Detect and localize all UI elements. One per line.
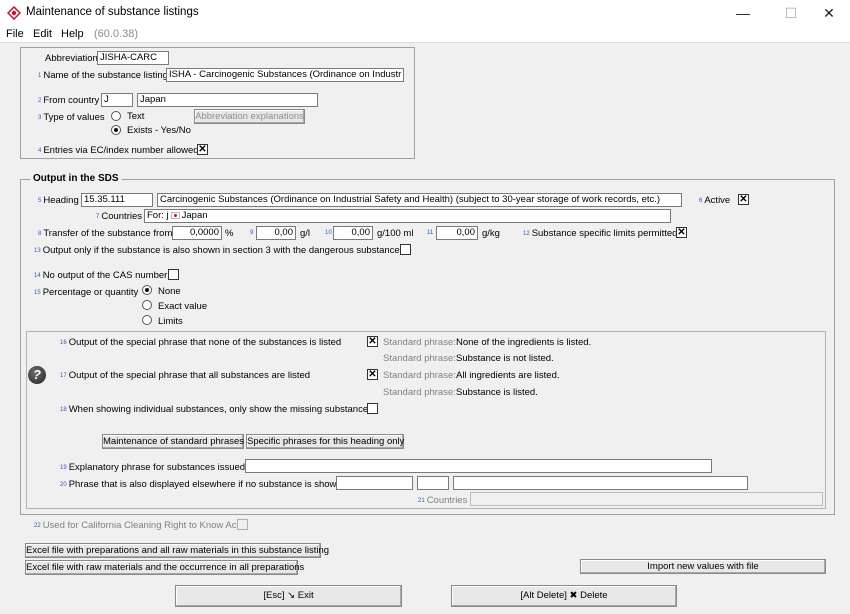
transfer-g100ml-input[interactable]: 0,00 xyxy=(333,226,373,240)
countries-21-input[interactable] xyxy=(470,492,823,506)
gl-number: 9 xyxy=(250,230,254,236)
type-exists-radio[interactable] xyxy=(111,125,121,135)
transfer-percent-input[interactable]: 0,0000 xyxy=(172,226,222,240)
no-cas-checkbox[interactable] xyxy=(168,269,179,280)
heading-code-input[interactable]: 15.35.111 xyxy=(81,193,153,207)
std-all-listed-text: All ingredients are listed. xyxy=(456,370,560,381)
specific-limits-checkbox[interactable]: ✕ xyxy=(676,227,687,238)
entries-ec-checkbox[interactable]: ✕ xyxy=(197,144,208,155)
std-is-listed-text: Substance is listed. xyxy=(456,387,538,398)
g100-unit: g/100 ml xyxy=(377,228,414,239)
listing-name-input[interactable]: ISHA - Carcinogenic Substances (Ordinanc… xyxy=(166,68,404,82)
all-listed-checkbox[interactable]: ✕ xyxy=(367,369,378,380)
abbreviation-label: Abbreviation xyxy=(45,53,98,64)
menu-edit[interactable]: Edit xyxy=(33,28,52,40)
menu-help[interactable]: Help xyxy=(61,28,84,40)
maintenance-standard-phrases-button[interactable]: Maintenance of standard phrases xyxy=(102,434,244,449)
active-checkbox[interactable]: ✕ xyxy=(738,194,749,205)
abbreviation-input[interactable]: JISHA-CARC xyxy=(97,51,169,65)
heading-text-input[interactable]: Carcinogenic Substances (Ordinance on In… xyxy=(157,193,682,207)
name-label: 1 Name of the substance listing xyxy=(38,70,168,81)
elsewhere-phrase-code-input[interactable] xyxy=(336,476,413,490)
explanatory-phrase-label: 19 Explanatory phrase for substances issu… xyxy=(60,462,246,473)
percentage-exact-radio[interactable] xyxy=(142,300,152,310)
type-of-values-label: 3 Type of values xyxy=(38,112,105,123)
type-text-radio[interactable] xyxy=(111,111,121,121)
none-listed-label: 16 Output of the special phrase that none… xyxy=(60,337,342,348)
heading-label: 5 Heading xyxy=(38,195,79,206)
missing-substances-label: 18 When showing individual substances, on… xyxy=(60,404,373,415)
std-phrase-label-1: Standard phrase: xyxy=(383,337,456,348)
transfer-gl-input[interactable]: 0,00 xyxy=(256,226,296,240)
percentage-limits-radio[interactable] xyxy=(142,315,152,325)
std-phrase-label-3: Standard phrase: xyxy=(383,370,456,381)
abbreviation-explanations-button[interactable]: Abbreviation explanations xyxy=(194,109,305,124)
country-label: 2 From country xyxy=(38,95,100,106)
specific-phrases-button[interactable]: Specific phrases for this heading only xyxy=(246,434,404,449)
countries-21-label: 21 Countries xyxy=(418,495,468,506)
import-values-button[interactable]: Import new values with file xyxy=(580,559,826,574)
menu-bar: File Edit Help (60.0.38) xyxy=(0,26,850,43)
percentage-quantity-label: 15 Percentage or quantity xyxy=(34,287,139,298)
title-bar: Maintenance of substance listings — ☐ ✕ xyxy=(0,0,850,26)
active-label: 6 Active xyxy=(699,195,731,206)
none-listed-checkbox[interactable]: ✕ xyxy=(367,336,378,347)
app-logo-icon xyxy=(7,6,21,20)
window-title: Maintenance of substance listings xyxy=(26,6,199,18)
delete-button[interactable]: [Alt Delete] ✖ Delete xyxy=(451,585,677,607)
country-name-input[interactable]: Japan xyxy=(137,93,318,107)
percentage-exact-label: Exact value xyxy=(158,301,208,312)
std-none-listed-text: None of the ingredients is listed. xyxy=(456,337,592,348)
elsewhere-phrase-short-input[interactable] xyxy=(417,476,449,490)
minimize-button[interactable]: — xyxy=(720,0,766,26)
no-cas-label: 14 No output of the CAS number xyxy=(34,270,168,281)
elsewhere-phrase-label: 20 Phrase that is also displayed elsewher… xyxy=(60,479,342,490)
countries-label: 7 Countries xyxy=(96,211,143,222)
transfer-label: 8 Transfer of the substance from xyxy=(38,228,173,239)
type-exists-label: Exists - Yes/No xyxy=(127,125,191,136)
gl-unit: g/l xyxy=(300,228,311,239)
gkg-number: 11 xyxy=(427,230,434,236)
country-code-input[interactable]: J xyxy=(101,93,133,107)
gkg-unit: g/kg xyxy=(482,228,500,239)
specific-limits-label: 12 Substance specific limits permitted xyxy=(523,228,678,239)
percentage-none-label: None xyxy=(158,286,181,297)
exit-button[interactable]: [Esc] ↘ Exit xyxy=(175,585,402,607)
help-icon[interactable]: ? xyxy=(28,366,46,384)
california-label: 22 Used for California Cleaning Right to … xyxy=(34,520,240,531)
california-checkbox[interactable] xyxy=(237,519,248,530)
menu-file[interactable]: File xyxy=(6,28,24,40)
only-section3-label: 13 Output only if the substance is also s… xyxy=(34,245,405,256)
percent-unit: % xyxy=(225,228,234,239)
std-phrase-label-2: Standard phrase: xyxy=(383,353,456,364)
version-label: (60.0.38) xyxy=(94,28,139,40)
missing-substances-checkbox[interactable] xyxy=(367,403,378,414)
all-listed-label: 17 Output of the special phrase that all … xyxy=(60,370,311,381)
only-section3-checkbox[interactable] xyxy=(400,244,411,255)
excel-raw-materials-button[interactable]: Excel file with raw materials and the oc… xyxy=(25,560,304,575)
percentage-limits-label: Limits xyxy=(158,316,183,327)
japan-flag-icon xyxy=(170,211,180,219)
elsewhere-phrase-text-input[interactable] xyxy=(453,476,748,490)
countries-input[interactable]: For: j Japan xyxy=(144,209,671,223)
std-not-listed-text: Substance is not listed. xyxy=(456,353,554,364)
entries-ec-label: 4 Entries via EC/index number allowed xyxy=(38,145,199,156)
output-sds-legend: Output in the SDS xyxy=(30,173,122,184)
explanatory-phrase-input[interactable] xyxy=(245,459,712,473)
excel-all-materials-button[interactable]: Excel file with preparations and all raw… xyxy=(25,543,329,558)
percentage-none-radio[interactable] xyxy=(142,285,152,295)
transfer-gkg-input[interactable]: 0,00 xyxy=(436,226,478,240)
std-phrase-label-4: Standard phrase: xyxy=(383,387,456,398)
type-text-label: Text xyxy=(127,111,145,122)
close-button[interactable]: ✕ xyxy=(806,0,850,26)
